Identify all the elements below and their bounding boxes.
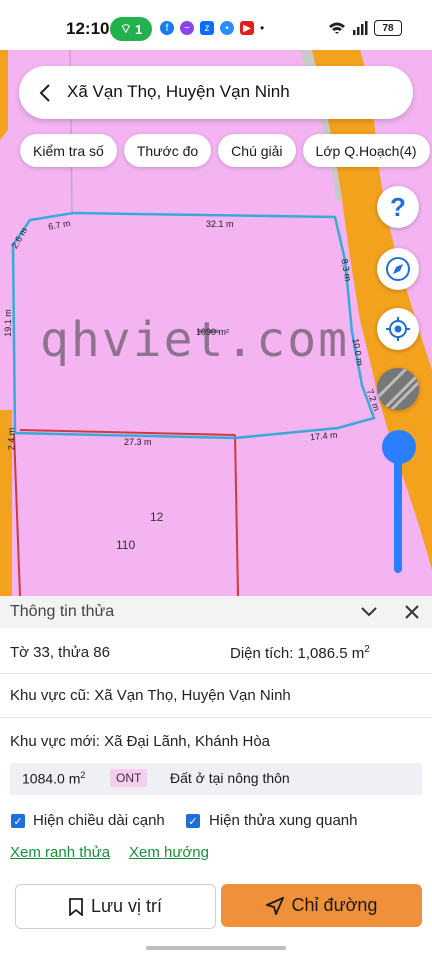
land-type: Đất ở tại nông thôn bbox=[170, 770, 290, 786]
parcel-number-label: 12 bbox=[150, 510, 164, 524]
close-icon[interactable] bbox=[405, 605, 419, 619]
youtube-icon: ▶ bbox=[240, 21, 254, 35]
directions-button[interactable]: Chỉ đường bbox=[221, 884, 422, 927]
hotspot-count: 1 bbox=[135, 21, 143, 37]
dot-icon: • bbox=[260, 21, 265, 35]
help-icon: ? bbox=[390, 191, 406, 222]
status-bar: 12:10 ⌔ 1 f ~ z • ▶ • 78 bbox=[0, 0, 432, 50]
home-indicator[interactable] bbox=[146, 946, 286, 950]
compass-icon bbox=[386, 257, 410, 281]
compass-button[interactable] bbox=[377, 248, 419, 290]
locate-button[interactable] bbox=[377, 308, 419, 350]
opacity-slider-thumb[interactable] bbox=[382, 430, 416, 464]
zalo-icon: z bbox=[200, 21, 214, 35]
chevron-down-icon[interactable] bbox=[360, 606, 378, 618]
legend-chip[interactable]: Chú giải bbox=[218, 134, 296, 167]
messenger-icon: ~ bbox=[180, 21, 194, 35]
divider bbox=[0, 717, 432, 718]
back-arrow-icon[interactable] bbox=[35, 82, 57, 104]
help-button[interactable]: ? bbox=[377, 186, 419, 228]
old-region: Khu vực cũ: Xã Vạn Thọ, Huyện Vạn Ninh bbox=[10, 687, 291, 704]
parcel-area-text: Diện tích: 1,086.5 m bbox=[230, 645, 365, 662]
divider bbox=[0, 673, 432, 674]
satellite-icon bbox=[377, 368, 419, 410]
parcel-number-label: 110 bbox=[116, 538, 136, 552]
locate-icon bbox=[386, 317, 410, 341]
left-top-road-shape bbox=[0, 50, 8, 140]
land-area: 1084.0 m2 bbox=[22, 770, 85, 787]
view-direction-link[interactable]: Xem hướng bbox=[129, 844, 209, 861]
signal-icon bbox=[353, 21, 368, 35]
measure-chip[interactable]: Thước đo bbox=[123, 134, 212, 167]
road-shape bbox=[312, 50, 432, 570]
map-watermark: qhviet.com bbox=[40, 312, 349, 368]
show-edge-lengths-checkbox[interactable]: ✓ bbox=[11, 814, 25, 828]
battery-level: 78 bbox=[382, 22, 394, 34]
save-location-label: Lưu vị trí bbox=[90, 896, 163, 916]
facebook-icon: f bbox=[160, 21, 174, 35]
planning-layer-chip[interactable]: Lớp Q.Hoạch(4) bbox=[302, 134, 430, 167]
land-use-row: 1084.0 m2 ONT Đất ở tại nông thôn bbox=[10, 763, 422, 795]
panel-header: Thông tin thửa bbox=[0, 596, 432, 628]
location-title: Xã Vạn Thọ, Huyện Vạn Ninh bbox=[67, 82, 290, 101]
parcel-area: Diện tích: 1,086.5 m2 bbox=[230, 644, 370, 662]
map-view[interactable]: qhviet.com 32.1 m 6.7 m 2.6 m 19.1 m 2.4… bbox=[0, 50, 432, 596]
land-code-badge: ONT bbox=[110, 769, 148, 787]
messenger-alt-icon: • bbox=[220, 21, 234, 35]
notification-icons: f ~ z • ▶ • bbox=[160, 21, 264, 35]
hotspot-pill: ⌔ 1 bbox=[110, 17, 152, 41]
save-location-button[interactable]: Lưu vị trí bbox=[15, 884, 216, 929]
opacity-slider-track[interactable] bbox=[394, 448, 402, 573]
neighbor-boundary-3 bbox=[13, 432, 21, 596]
hotspot-icon: ⌔ bbox=[119, 21, 132, 36]
sheet-parcel-number: Tờ 33, thửa 86 bbox=[10, 644, 110, 661]
edge-label-left: 19.1 m bbox=[2, 309, 13, 337]
land-area-sup: 2 bbox=[80, 770, 86, 780]
new-region: Khu vực mới: Xã Đại Lãnh, Khánh Hòa bbox=[10, 733, 271, 750]
land-area-text: 1084.0 m bbox=[22, 770, 81, 787]
navigation-arrow-icon bbox=[265, 896, 284, 915]
area-unit-sup: 2 bbox=[364, 644, 370, 655]
edge-label-top: 32.1 m bbox=[206, 219, 234, 229]
view-bounds-link[interactable]: Xem ranh thửa bbox=[10, 844, 110, 861]
show-neighbors-checkbox[interactable]: ✓ bbox=[186, 814, 200, 828]
check-number-chip[interactable]: Kiểm tra số bbox=[20, 134, 117, 167]
location-search-bar[interactable]: Xã Vạn Thọ, Huyện Vạn Ninh bbox=[19, 66, 413, 119]
directions-label: Chỉ đường bbox=[291, 895, 378, 915]
bookmark-icon bbox=[69, 897, 83, 916]
status-time: 12:10 bbox=[66, 19, 110, 38]
satellite-layer-button[interactable] bbox=[377, 368, 419, 410]
neighbor-boundary-2 bbox=[234, 434, 239, 596]
battery-icon: 78 bbox=[374, 20, 402, 36]
parcel-area-label: 1090 m² bbox=[196, 327, 230, 337]
parcel-info-panel: Thông tin thửa Tờ 33, thửa 86 Diện tích:… bbox=[0, 596, 432, 960]
tool-chips: Kiểm tra số Thước đo Chú giải Lớp Q.Hoạc… bbox=[20, 134, 430, 167]
show-edge-lengths-label[interactable]: Hiện chiều dài cạnh bbox=[33, 812, 165, 829]
show-neighbors-label[interactable]: Hiện thửa xung quanh bbox=[209, 812, 357, 829]
panel-title: Thông tin thửa bbox=[10, 603, 115, 620]
edge-label-left-bottom: 2.4 m bbox=[6, 427, 17, 451]
edge-label-bottom-left: 27.3 m bbox=[124, 437, 152, 447]
status-right: 78 bbox=[328, 20, 402, 36]
wifi-icon bbox=[329, 22, 345, 34]
